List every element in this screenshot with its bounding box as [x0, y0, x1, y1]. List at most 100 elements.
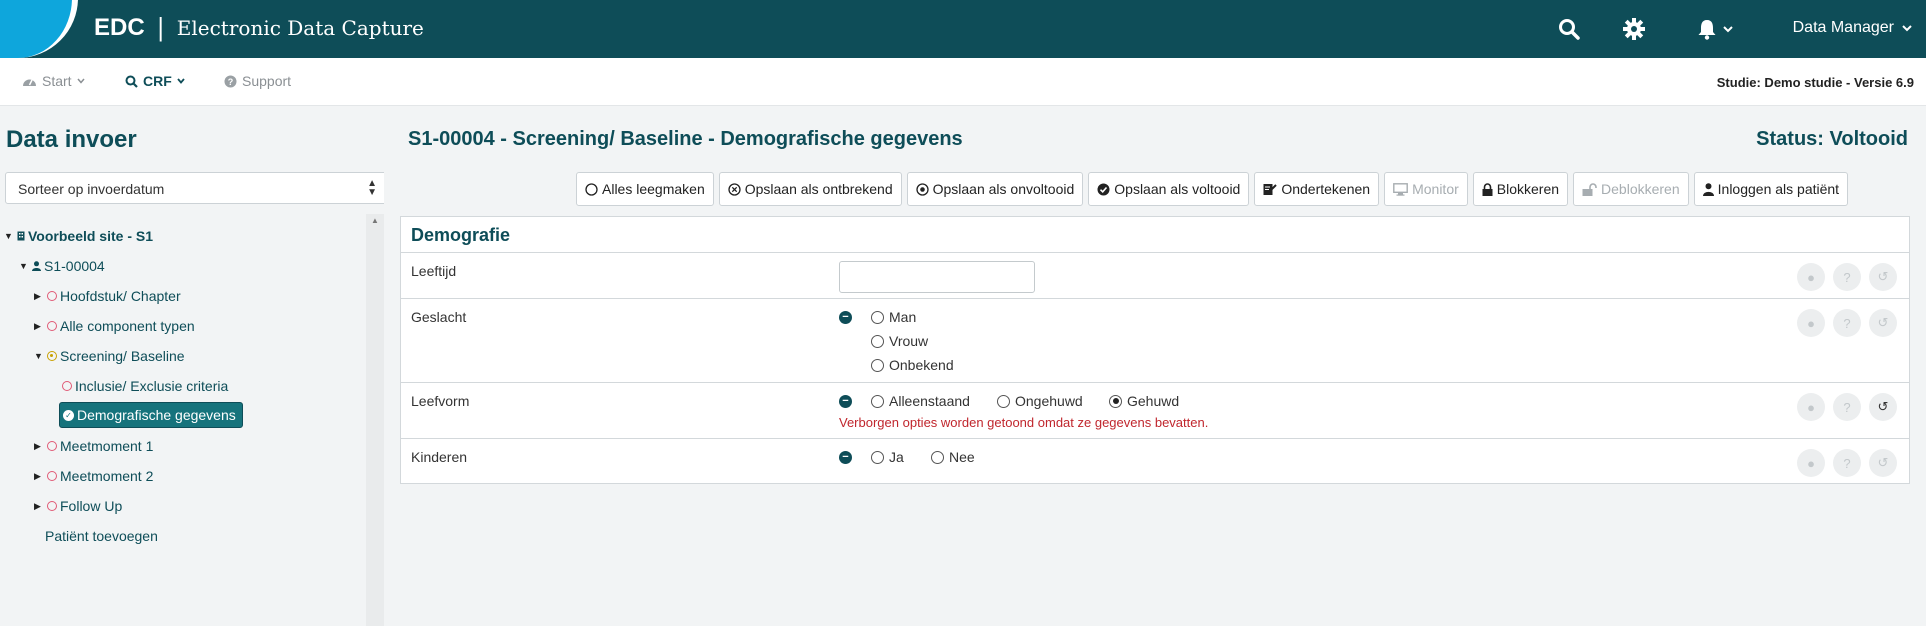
- tree-scrollbar[interactable]: ▲: [366, 214, 384, 626]
- caret-right-icon[interactable]: ▶: [34, 501, 44, 512]
- question-icon[interactable]: ?: [1833, 393, 1861, 421]
- clear-minus-icon[interactable]: −: [839, 451, 852, 464]
- field-label: Leefvorm: [411, 393, 470, 409]
- radio-button[interactable]: [931, 450, 944, 464]
- status-empty-icon: [47, 291, 57, 301]
- sign-button[interactable]: Ondertekenen: [1254, 172, 1380, 206]
- tree-site[interactable]: ▼ Voorbeeld site - S1: [4, 226, 153, 246]
- brand-abbr: EDC: [94, 14, 145, 41]
- radio-button[interactable]: [871, 394, 884, 408]
- brand[interactable]: EDC | Electronic Data Capture: [94, 14, 424, 42]
- nav-crf[interactable]: CRF: [125, 73, 185, 89]
- history-icon[interactable]: ↺: [1869, 449, 1897, 477]
- nav-support[interactable]: ? Support: [224, 73, 291, 89]
- tree-item-inclusion[interactable]: Inclusie/ Exclusie criteria: [62, 376, 228, 396]
- radio-button[interactable]: [871, 334, 884, 348]
- caret-right-icon[interactable]: ▶: [34, 291, 44, 302]
- save-missing-button[interactable]: Opslaan als ontbrekend: [718, 172, 902, 206]
- check-circle-icon: ✓: [63, 409, 74, 421]
- chevron-down-icon[interactable]: [1721, 14, 1735, 44]
- radio-option-alleenstaand[interactable]: Alleenstaand: [871, 393, 970, 409]
- caret-right-icon[interactable]: ▶: [34, 441, 44, 452]
- tree-item-label: Meetmoment 1: [60, 438, 154, 454]
- radio-option-ja[interactable]: Ja: [871, 449, 904, 465]
- save-missing-label: Opslaan als ontbrekend: [744, 181, 893, 197]
- tree-item-moment-2[interactable]: ▶ Meetmoment 2: [34, 466, 153, 486]
- tree-patient[interactable]: ▼ S1-00004: [19, 256, 105, 276]
- user-icon: [32, 261, 41, 271]
- history-icon[interactable]: ↺: [1869, 309, 1897, 337]
- radio-option-onbekend[interactable]: Onbekend: [871, 357, 954, 373]
- comment-icon[interactable]: ●: [1797, 449, 1825, 477]
- radio-option-nee[interactable]: Nee: [931, 449, 975, 465]
- status-empty-icon: [62, 381, 72, 391]
- comment-icon[interactable]: ●: [1797, 263, 1825, 291]
- tree-item-label: Demografische gegevens: [77, 407, 236, 423]
- question-icon[interactable]: ?: [1833, 263, 1861, 291]
- login-as-patient-button[interactable]: Inloggen als patiënt: [1693, 172, 1849, 206]
- save-incomplete-button[interactable]: Opslaan als onvoltooid: [906, 172, 1084, 206]
- radio-label: Ongehuwd: [1015, 393, 1083, 409]
- caret-right-icon[interactable]: ▶: [34, 321, 44, 332]
- form-card: Demografie Leeftijd ● ? ↺ Geslacht − Man…: [400, 216, 1910, 484]
- radio-option-ongehuwd[interactable]: Ongehuwd: [997, 393, 1083, 409]
- dashboard-icon: [23, 79, 36, 86]
- comment-icon[interactable]: ●: [1797, 393, 1825, 421]
- radio-option-gehuwd[interactable]: Gehuwd: [1109, 393, 1179, 409]
- radio-button[interactable]: [1109, 394, 1122, 408]
- clear-minus-icon[interactable]: −: [839, 311, 852, 324]
- history-icon[interactable]: ↺: [1869, 393, 1897, 421]
- hidden-options-warning: Verborgen opties worden getoond omdat ze…: [839, 415, 1209, 430]
- clear-all-button[interactable]: Alles leegmaken: [576, 172, 714, 206]
- tree-item-follow-up[interactable]: ▶ Follow Up: [34, 496, 122, 516]
- caret-down-icon[interactable]: ▼: [19, 261, 29, 271]
- caret-down-icon[interactable]: ▼: [34, 351, 44, 361]
- sort-select[interactable]: Sorteer op invoerdatum ▲ ▼: [5, 172, 388, 204]
- caret-right-icon[interactable]: ▶: [34, 471, 44, 482]
- radio-option-man[interactable]: Man: [871, 309, 916, 325]
- tree-item-moment-1[interactable]: ▶ Meetmoment 1: [34, 436, 153, 456]
- radio-button[interactable]: [871, 310, 884, 324]
- user-menu[interactable]: Data Manager: [1793, 19, 1912, 37]
- radio-button[interactable]: [871, 450, 884, 464]
- gear-icon[interactable]: [1619, 14, 1649, 44]
- field-label: Geslacht: [411, 309, 467, 325]
- building-icon: [17, 231, 25, 241]
- radio-label: Gehuwd: [1127, 393, 1180, 409]
- nav-crf-label: CRF: [143, 73, 172, 89]
- radio-label: Vrouw: [889, 333, 929, 349]
- lock-icon: [1482, 182, 1493, 196]
- scroll-up-icon[interactable]: ▲: [371, 216, 379, 225]
- radio-option-vrouw[interactable]: Vrouw: [871, 333, 928, 349]
- caret-down-icon[interactable]: ▼: [4, 231, 14, 241]
- comment-icon[interactable]: ●: [1797, 309, 1825, 337]
- question-icon[interactable]: ?: [1833, 309, 1861, 337]
- age-input[interactable]: [839, 261, 1035, 293]
- history-icon[interactable]: ↺: [1869, 263, 1897, 291]
- tree-item-label: Inclusie/ Exclusie criteria: [75, 378, 229, 394]
- search-icon[interactable]: [1554, 14, 1584, 44]
- nav-start[interactable]: Start: [22, 73, 85, 89]
- radio-label: Onbekend: [889, 357, 954, 373]
- tree-item-component-types[interactable]: ▶ Alle component typen: [34, 316, 195, 336]
- status-empty-icon: [47, 501, 57, 511]
- field-label: Kinderen: [411, 449, 468, 465]
- unlock-button[interactable]: Deblokkeren: [1573, 172, 1689, 206]
- radio-button[interactable]: [871, 358, 884, 372]
- tree: ▼ Voorbeeld site - S1 ▼ S1-00004 ▶ Hoofd…: [0, 214, 366, 624]
- radio-button[interactable]: [997, 394, 1010, 408]
- bell-icon[interactable]: [1692, 14, 1722, 44]
- field-actions: ● ? ↺: [1797, 309, 1897, 337]
- add-patient-label: Patiënt toevoegen: [45, 528, 158, 544]
- save-complete-button[interactable]: Opslaan als voltooid: [1088, 172, 1250, 206]
- monitor-button[interactable]: Monitor: [1384, 172, 1468, 206]
- tree-item-demographics[interactable]: ✓ Demografische gegevens: [59, 402, 243, 428]
- svg-text:?: ?: [228, 77, 234, 87]
- clear-minus-icon[interactable]: −: [839, 395, 852, 408]
- add-patient-link[interactable]: Patiënt toevoegen: [45, 526, 158, 546]
- tree-item-chapter[interactable]: ▶ Hoofdstuk/ Chapter: [34, 286, 181, 306]
- chevron-down-icon: [177, 78, 185, 84]
- question-icon[interactable]: ?: [1833, 449, 1861, 477]
- tree-item-screening[interactable]: ▼ Screening/ Baseline: [34, 346, 185, 366]
- lock-button[interactable]: Blokkeren: [1472, 172, 1569, 206]
